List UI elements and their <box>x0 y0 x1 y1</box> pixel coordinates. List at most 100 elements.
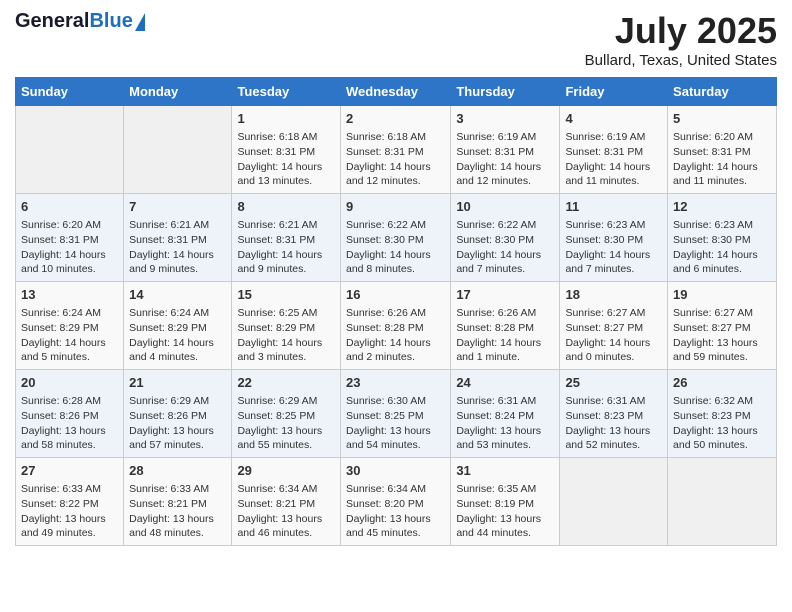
day-number: 5 <box>673 110 771 128</box>
logo-triangle-icon <box>135 13 145 31</box>
day-number: 23 <box>346 374 445 392</box>
day-number: 22 <box>237 374 335 392</box>
day-number: 14 <box>129 286 226 304</box>
day-info: Sunrise: 6:35 AM Sunset: 8:19 PM Dayligh… <box>456 482 554 541</box>
calendar-week-row: 1 Sunrise: 6:18 AM Sunset: 8:31 PM Daylig… <box>16 106 777 194</box>
day-number: 29 <box>237 462 335 480</box>
day-info: Sunrise: 6:31 AM Sunset: 8:23 PM Dayligh… <box>565 394 662 453</box>
calendar-cell: 12 Sunrise: 6:23 AM Sunset: 8:30 PM Dayli… <box>668 194 777 282</box>
day-info: Sunrise: 6:34 AM Sunset: 8:21 PM Dayligh… <box>237 482 335 541</box>
calendar-cell: 2 Sunrise: 6:18 AM Sunset: 8:31 PM Daylig… <box>340 106 450 194</box>
day-number: 28 <box>129 462 226 480</box>
calendar-cell: 1 Sunrise: 6:18 AM Sunset: 8:31 PM Daylig… <box>232 106 341 194</box>
calendar-cell: 28 Sunrise: 6:33 AM Sunset: 8:21 PM Dayli… <box>124 458 232 546</box>
calendar-cell: 20Sunrise: 6:28 AM Sunset: 8:26 PM Dayli… <box>16 370 124 458</box>
day-info: Sunrise: 6:21 AM Sunset: 8:31 PM Dayligh… <box>129 218 226 277</box>
day-info: Sunrise: 6:22 AM Sunset: 8:30 PM Dayligh… <box>346 218 445 277</box>
day-number: 9 <box>346 198 445 216</box>
day-info: Sunrise: 6:28 AM Sunset: 8:26 PM Dayligh… <box>21 394 118 453</box>
day-info: Sunrise: 6:20 AM Sunset: 8:31 PM Dayligh… <box>673 130 771 189</box>
logo: General Blue <box>15 10 145 33</box>
day-number: 13 <box>21 286 118 304</box>
day-info: Sunrise: 6:23 AM Sunset: 8:30 PM Dayligh… <box>673 218 771 277</box>
day-number: 1 <box>237 110 335 128</box>
calendar-week-row: 6Sunrise: 6:20 AM Sunset: 8:31 PM Daylig… <box>16 194 777 282</box>
calendar-cell: 19 Sunrise: 6:27 AM Sunset: 8:27 PM Dayli… <box>668 282 777 370</box>
day-info: Sunrise: 6:31 AM Sunset: 8:24 PM Dayligh… <box>456 394 554 453</box>
day-number: 18 <box>565 286 662 304</box>
day-number: 16 <box>346 286 445 304</box>
calendar-cell: 26 Sunrise: 6:32 AM Sunset: 8:23 PM Dayli… <box>668 370 777 458</box>
calendar-cell: 29 Sunrise: 6:34 AM Sunset: 8:21 PM Dayli… <box>232 458 341 546</box>
day-number: 7 <box>129 198 226 216</box>
calendar-cell: 14 Sunrise: 6:24 AM Sunset: 8:29 PM Dayli… <box>124 282 232 370</box>
day-info: Sunrise: 6:32 AM Sunset: 8:23 PM Dayligh… <box>673 394 771 453</box>
day-number: 19 <box>673 286 771 304</box>
weekday-header-sunday: Sunday <box>16 78 124 106</box>
day-number: 11 <box>565 198 662 216</box>
weekday-header-saturday: Saturday <box>668 78 777 106</box>
day-info: Sunrise: 6:27 AM Sunset: 8:27 PM Dayligh… <box>673 306 771 365</box>
day-info: Sunrise: 6:23 AM Sunset: 8:30 PM Dayligh… <box>565 218 662 277</box>
day-info: Sunrise: 6:22 AM Sunset: 8:30 PM Dayligh… <box>456 218 554 277</box>
logo-general-text: General <box>15 10 89 33</box>
calendar-cell: 8 Sunrise: 6:21 AM Sunset: 8:31 PM Daylig… <box>232 194 341 282</box>
day-number: 30 <box>346 462 445 480</box>
day-info: Sunrise: 6:25 AM Sunset: 8:29 PM Dayligh… <box>237 306 335 365</box>
calendar-cell: 7 Sunrise: 6:21 AM Sunset: 8:31 PM Daylig… <box>124 194 232 282</box>
calendar-table: SundayMondayTuesdayWednesdayThursdayFrid… <box>15 77 777 546</box>
day-number: 15 <box>237 286 335 304</box>
calendar-cell: 30Sunrise: 6:34 AM Sunset: 8:20 PM Dayli… <box>340 458 450 546</box>
calendar-cell <box>16 106 124 194</box>
day-number: 24 <box>456 374 554 392</box>
day-number: 26 <box>673 374 771 392</box>
day-info: Sunrise: 6:19 AM Sunset: 8:31 PM Dayligh… <box>565 130 662 189</box>
page-header: General Blue July 2025 Bullard, Texas, U… <box>15 10 777 69</box>
month-year-title: July 2025 <box>585 10 777 52</box>
day-info: Sunrise: 6:24 AM Sunset: 8:29 PM Dayligh… <box>21 306 118 365</box>
day-number: 21 <box>129 374 226 392</box>
day-number: 8 <box>237 198 335 216</box>
day-info: Sunrise: 6:18 AM Sunset: 8:31 PM Dayligh… <box>346 130 445 189</box>
calendar-cell: 22 Sunrise: 6:29 AM Sunset: 8:25 PM Dayli… <box>232 370 341 458</box>
calendar-cell: 6Sunrise: 6:20 AM Sunset: 8:31 PM Daylig… <box>16 194 124 282</box>
day-number: 3 <box>456 110 554 128</box>
calendar-cell: 10Sunrise: 6:22 AM Sunset: 8:30 PM Dayli… <box>451 194 560 282</box>
day-info: Sunrise: 6:29 AM Sunset: 8:26 PM Dayligh… <box>129 394 226 453</box>
day-info: Sunrise: 6:19 AM Sunset: 8:31 PM Dayligh… <box>456 130 554 189</box>
weekday-header-monday: Monday <box>124 78 232 106</box>
day-number: 4 <box>565 110 662 128</box>
day-number: 6 <box>21 198 118 216</box>
calendar-week-row: 20Sunrise: 6:28 AM Sunset: 8:26 PM Dayli… <box>16 370 777 458</box>
day-info: Sunrise: 6:33 AM Sunset: 8:22 PM Dayligh… <box>21 482 118 541</box>
day-info: Sunrise: 6:26 AM Sunset: 8:28 PM Dayligh… <box>346 306 445 365</box>
day-number: 17 <box>456 286 554 304</box>
calendar-cell: 13 Sunrise: 6:24 AM Sunset: 8:29 PM Dayli… <box>16 282 124 370</box>
title-block: July 2025 Bullard, Texas, United States <box>585 10 777 69</box>
location-subtitle: Bullard, Texas, United States <box>585 52 777 69</box>
day-info: Sunrise: 6:27 AM Sunset: 8:27 PM Dayligh… <box>565 306 662 365</box>
weekday-header-friday: Friday <box>560 78 668 106</box>
calendar-cell: 11 Sunrise: 6:23 AM Sunset: 8:30 PM Dayli… <box>560 194 668 282</box>
day-number: 12 <box>673 198 771 216</box>
calendar-cell: 25Sunrise: 6:31 AM Sunset: 8:23 PM Dayli… <box>560 370 668 458</box>
weekday-header-tuesday: Tuesday <box>232 78 341 106</box>
day-info: Sunrise: 6:30 AM Sunset: 8:25 PM Dayligh… <box>346 394 445 453</box>
calendar-cell: 17Sunrise: 6:26 AM Sunset: 8:28 PM Dayli… <box>451 282 560 370</box>
day-info: Sunrise: 6:21 AM Sunset: 8:31 PM Dayligh… <box>237 218 335 277</box>
calendar-cell <box>668 458 777 546</box>
day-info: Sunrise: 6:18 AM Sunset: 8:31 PM Dayligh… <box>237 130 335 189</box>
calendar-cell: 5 Sunrise: 6:20 AM Sunset: 8:31 PM Daylig… <box>668 106 777 194</box>
weekday-header-thursday: Thursday <box>451 78 560 106</box>
calendar-cell: 3 Sunrise: 6:19 AM Sunset: 8:31 PM Daylig… <box>451 106 560 194</box>
day-info: Sunrise: 6:33 AM Sunset: 8:21 PM Dayligh… <box>129 482 226 541</box>
weekday-header-row: SundayMondayTuesdayWednesdayThursdayFrid… <box>16 78 777 106</box>
calendar-cell: 31 Sunrise: 6:35 AM Sunset: 8:19 PM Dayli… <box>451 458 560 546</box>
day-info: Sunrise: 6:29 AM Sunset: 8:25 PM Dayligh… <box>237 394 335 453</box>
calendar-cell: 9 Sunrise: 6:22 AM Sunset: 8:30 PM Daylig… <box>340 194 450 282</box>
day-number: 31 <box>456 462 554 480</box>
calendar-cell: 24 Sunrise: 6:31 AM Sunset: 8:24 PM Dayli… <box>451 370 560 458</box>
calendar-cell: 21 Sunrise: 6:29 AM Sunset: 8:26 PM Dayli… <box>124 370 232 458</box>
day-info: Sunrise: 6:24 AM Sunset: 8:29 PM Dayligh… <box>129 306 226 365</box>
day-number: 2 <box>346 110 445 128</box>
